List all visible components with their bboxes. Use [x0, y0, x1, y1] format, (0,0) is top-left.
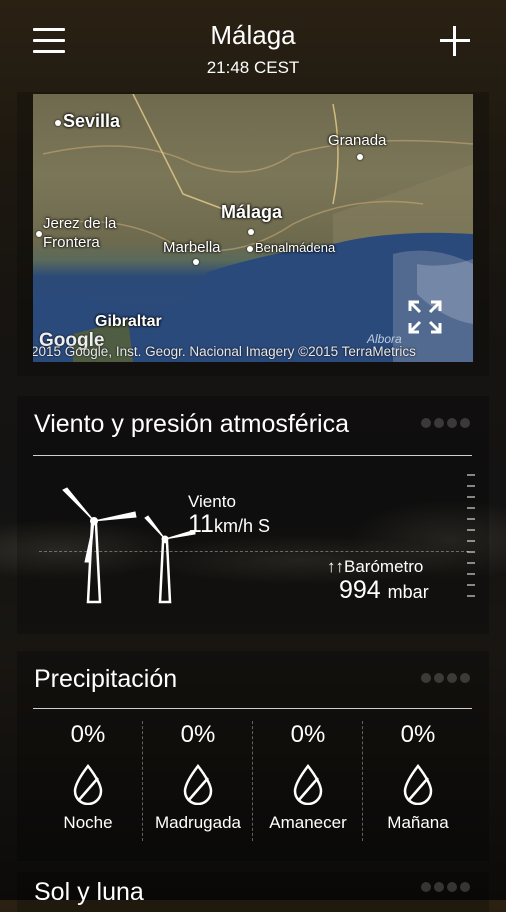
- map-label-gibraltar: Gibraltar: [95, 313, 162, 330]
- precipitation-title: Precipitación: [34, 665, 178, 693]
- map-label-jerez: Jerez de la: [43, 215, 117, 232]
- precip-period-label: Amanecer: [269, 813, 347, 832]
- card-divider: [33, 455, 472, 456]
- precip-period: 0% Amanecer: [253, 721, 363, 833]
- map-dot-malaga: [248, 229, 254, 235]
- fullscreen-icon: [408, 300, 442, 334]
- barometer-value: 994 mbar: [339, 576, 429, 604]
- wind-turbine-icon: [62, 487, 196, 604]
- map-dot-benalmadena: [247, 246, 253, 252]
- precip-percent: 0%: [70, 721, 106, 748]
- card-menu-icon[interactable]: [421, 673, 470, 687]
- wind-card-title: Viento y presión atmosférica: [34, 410, 349, 438]
- raindrop-icon: [73, 763, 103, 805]
- sun-moon-title: Sol y luna: [34, 878, 144, 906]
- precip-percent: 0%: [290, 721, 326, 748]
- map-dot-marbella: [193, 259, 199, 265]
- map-label-malaga: Málaga: [221, 202, 283, 222]
- raindrop-icon: [293, 763, 323, 805]
- precip-period-label: Noche: [63, 813, 113, 832]
- map-dot-granada: [357, 154, 363, 160]
- map-dot-sevilla: [55, 120, 61, 126]
- card-menu-icon[interactable]: [421, 418, 470, 432]
- precip-period: 0% Mañana: [363, 721, 473, 833]
- expand-map-button[interactable]: [407, 299, 443, 335]
- precip-period: 0% Noche: [33, 721, 143, 833]
- barometer-unit: mbar: [387, 582, 429, 602]
- precip-percent: 0%: [180, 721, 216, 748]
- map-dot-jerez: [36, 231, 42, 237]
- raindrop-icon: [183, 763, 213, 805]
- wind-pressure-card: Viento y presión atmosférica Viento 11km…: [17, 396, 489, 634]
- precipitation-card: Precipitación 0% Noche 0% Madrugada 0% A…: [17, 651, 489, 861]
- map-card: Sevilla Granada Jerez de la Frontera Mál…: [17, 92, 489, 376]
- barometer-label: ↑↑Barómetro: [327, 557, 424, 576]
- wind-unit: km/h S: [213, 516, 270, 536]
- wind-label: Viento: [188, 492, 236, 511]
- precip-percent: 0%: [400, 721, 436, 748]
- precip-period: 0% Madrugada: [143, 721, 253, 833]
- map-label-sevilla: Sevilla: [63, 111, 121, 131]
- map-label-granada: Granada: [328, 132, 387, 149]
- wind-speed: 11km/h S: [188, 510, 270, 538]
- add-location-button[interactable]: [438, 24, 472, 58]
- card-divider: [33, 708, 472, 709]
- map-label-benalmadena: Benalmádena: [255, 240, 336, 255]
- raindrop-icon: [403, 763, 433, 805]
- local-time: 21:48 CEST: [206, 58, 300, 77]
- location-title: Málaga: [210, 20, 296, 50]
- precip-period-label: Mañana: [387, 813, 449, 832]
- sun-moon-card: Sol y luna: [17, 872, 489, 912]
- map-attribution: 2015 Google, Inst. Geogr. Nacional Image…: [33, 344, 416, 359]
- precip-period-label: Madrugada: [154, 813, 241, 832]
- card-menu-icon[interactable]: [421, 882, 470, 896]
- pressure-scale: [467, 474, 475, 606]
- map-label-frontera: Frontera: [43, 234, 100, 251]
- app-header: Málaga 21:48 CEST: [0, 0, 506, 90]
- map-label-marbella: Marbella: [163, 239, 221, 256]
- map-view[interactable]: Sevilla Granada Jerez de la Frontera Mál…: [33, 94, 473, 362]
